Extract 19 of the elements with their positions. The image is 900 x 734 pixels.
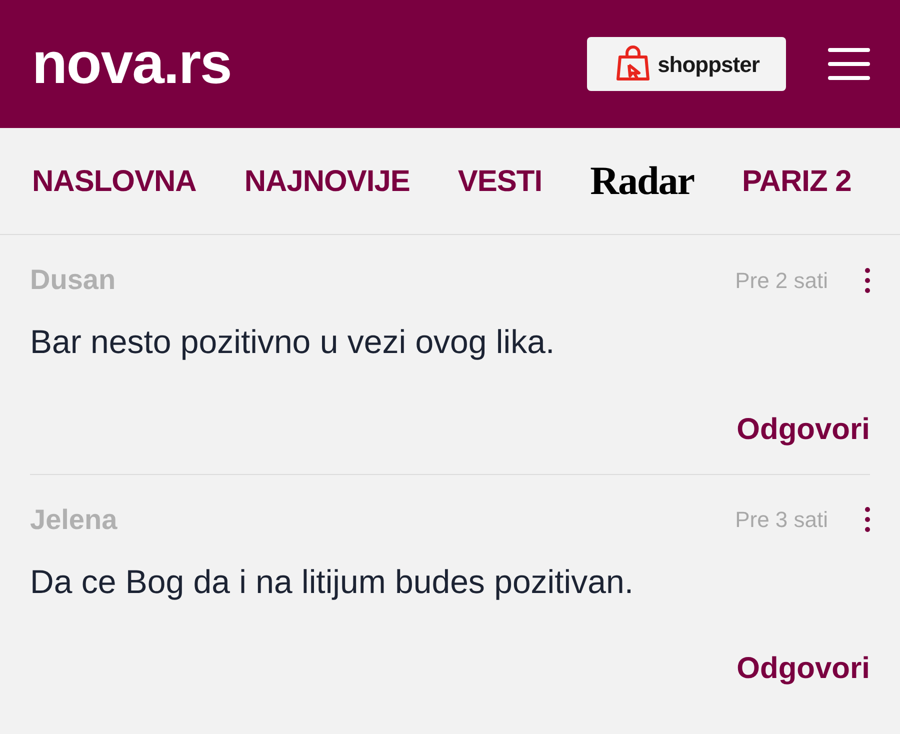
comment-author: Dusan (30, 263, 116, 297)
menu-icon[interactable] (828, 48, 870, 80)
nav-link[interactable]: NASLOVNA (32, 158, 196, 204)
nav-link[interactable]: PARIZ 2 (742, 158, 852, 204)
comment-text: Bar nesto pozitivno u vezi ovog lika. (30, 322, 556, 362)
site-logo[interactable]: nova.rs (32, 35, 232, 93)
nav-link[interactable]: VESTI (458, 158, 542, 204)
comment-time: Pre 2 sati (735, 266, 828, 294)
shopping-bag-icon (614, 45, 652, 83)
more-options-icon[interactable] (864, 507, 870, 532)
nav-brand-link[interactable]: Radar (590, 151, 694, 211)
comment-time: Pre 3 sati (735, 506, 828, 534)
nav-link[interactable]: NAJNOVIJE (244, 158, 410, 204)
reply-link[interactable]: Odgovori (736, 406, 870, 452)
reply-link[interactable]: Odgovori (736, 646, 870, 691)
shop-button[interactable]: shoppster (587, 37, 786, 91)
comment-text: Da ce Bog da i na litijum budes pozitivan. (30, 562, 635, 602)
comment-author: Jelena (30, 502, 118, 536)
more-options-icon[interactable] (864, 268, 870, 292)
